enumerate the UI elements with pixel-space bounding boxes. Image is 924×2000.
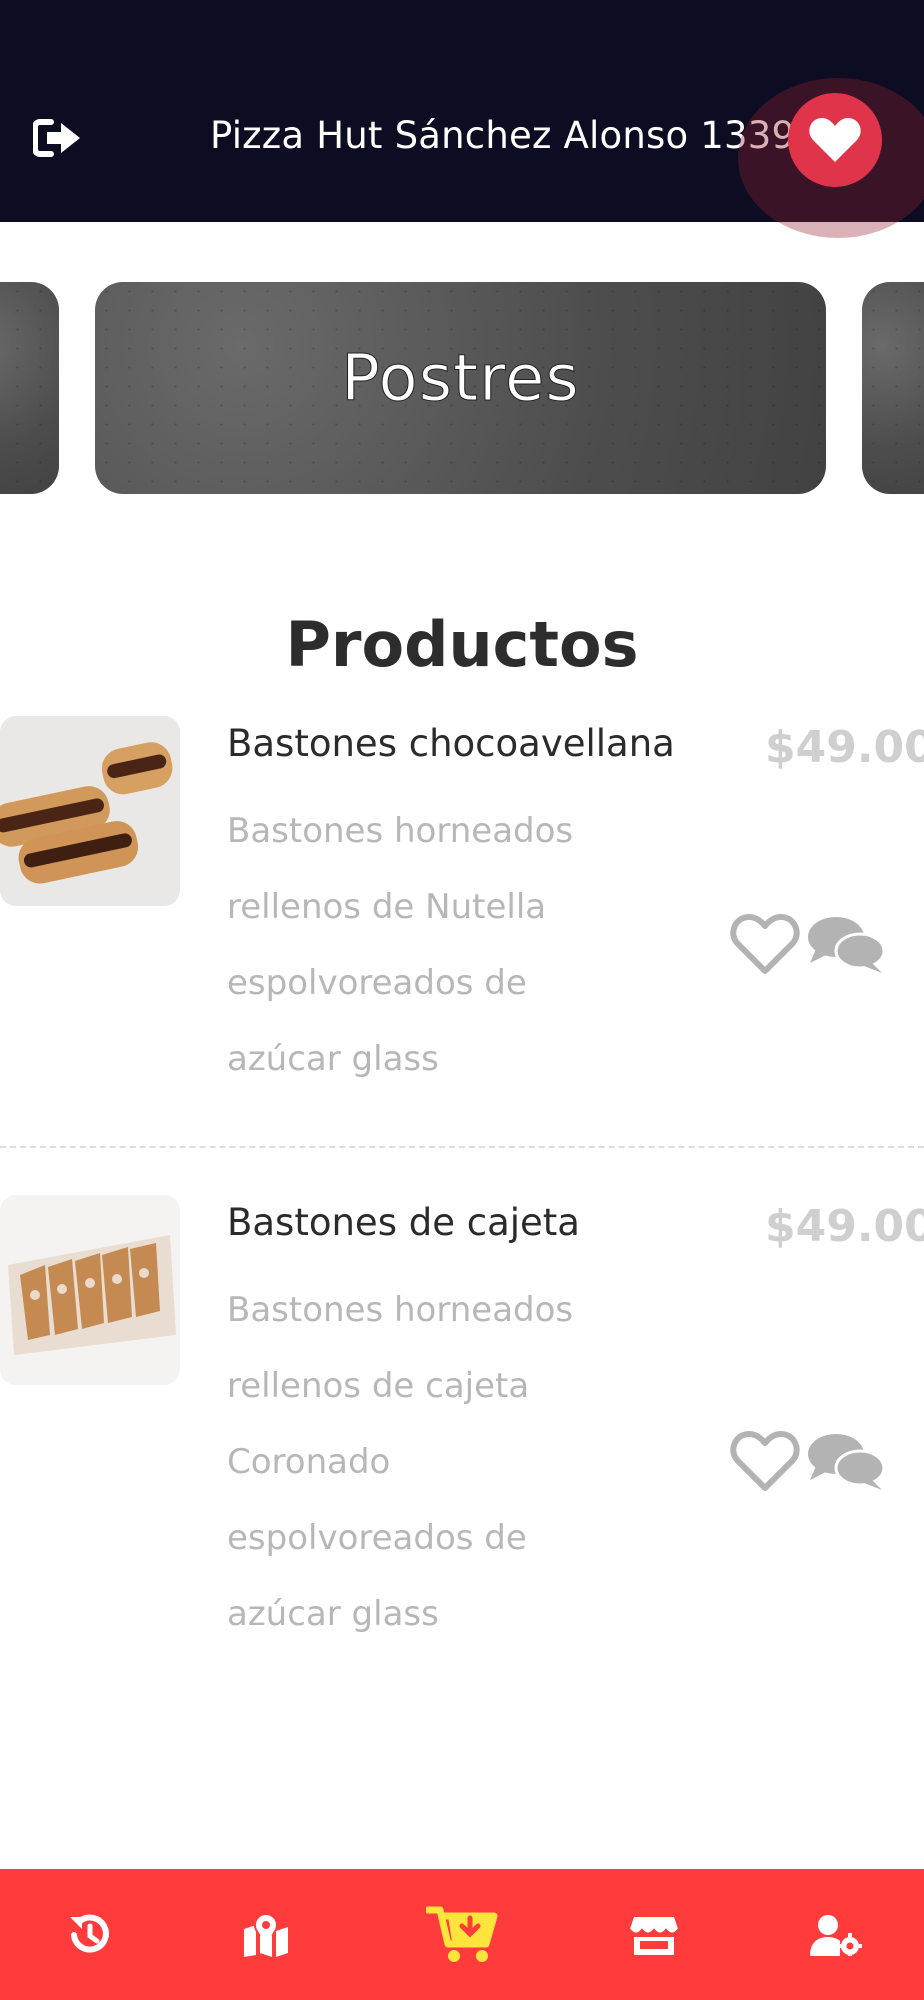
description-line: rellenos de cajeta bbox=[227, 1366, 530, 1406]
history-icon bbox=[70, 1914, 109, 1953]
product-image[interactable] bbox=[0, 1195, 180, 1385]
products-title: Productos bbox=[285, 608, 639, 681]
nav-stores[interactable] bbox=[610, 1869, 698, 2000]
description-line: espolvoreados de bbox=[227, 963, 527, 1003]
nav-cart[interactable] bbox=[412, 1869, 512, 2000]
product-image[interactable] bbox=[0, 716, 180, 906]
description-line: azúcar glass bbox=[227, 1594, 439, 1634]
product-description: Bastones horneados rellenos de cajeta Co… bbox=[227, 1272, 647, 1652]
store-icon bbox=[630, 1916, 678, 1955]
product-name[interactable]: Bastones chocoavellana bbox=[227, 722, 675, 765]
logout-button[interactable] bbox=[32, 118, 83, 158]
bottom-navigation bbox=[0, 1869, 924, 2000]
product-price: $49.00 bbox=[765, 1201, 924, 1252]
cart-download-icon bbox=[426, 1906, 498, 1962]
app-header: Pizza Hut Sánchez Alonso 1339 bbox=[0, 0, 924, 238]
comments-button[interactable] bbox=[806, 1430, 886, 1492]
category-card-prev[interactable] bbox=[0, 282, 59, 494]
comments-icon bbox=[808, 917, 886, 973]
nav-account-settings[interactable] bbox=[792, 1869, 880, 2000]
nav-history[interactable] bbox=[45, 1869, 133, 2000]
description-line: Bastones horneados bbox=[227, 811, 574, 851]
description-line: rellenos de Nutella bbox=[227, 887, 547, 927]
favorite-toggle[interactable] bbox=[730, 1430, 800, 1492]
description-line: Bastones horneados bbox=[227, 1290, 574, 1330]
product-price: $49.00 bbox=[765, 722, 924, 773]
map-marker-icon bbox=[244, 1912, 288, 1957]
product-description: Bastones horneados rellenos de Nutella e… bbox=[227, 793, 647, 1097]
product-divider bbox=[0, 1146, 924, 1148]
user-settings-icon bbox=[810, 1914, 862, 1956]
nav-map[interactable] bbox=[222, 1869, 310, 2000]
heart-outline-icon bbox=[730, 1431, 800, 1491]
category-card-postres[interactable]: Postres bbox=[95, 282, 826, 494]
favorite-toggle[interactable] bbox=[730, 913, 800, 975]
comments-button[interactable] bbox=[806, 913, 886, 975]
description-line: espolvoreados de bbox=[227, 1518, 527, 1558]
store-name: Pizza Hut Sánchez Alonso 1339 bbox=[210, 114, 796, 157]
product-photo-cajeta bbox=[0, 1195, 180, 1385]
heart-icon bbox=[809, 118, 861, 162]
product-name[interactable]: Bastones de cajeta bbox=[227, 1201, 580, 1244]
product-photo-chocoavellana bbox=[0, 716, 180, 906]
category-card-next[interactable] bbox=[862, 282, 924, 494]
heart-outline-icon bbox=[730, 914, 800, 974]
category-label: Postres bbox=[341, 342, 580, 417]
favorites-button[interactable] bbox=[788, 93, 882, 187]
description-line: azúcar glass bbox=[227, 1039, 439, 1079]
description-line: Coronado bbox=[227, 1442, 391, 1482]
comments-icon bbox=[808, 1434, 886, 1490]
sign-out-icon bbox=[32, 119, 80, 157]
